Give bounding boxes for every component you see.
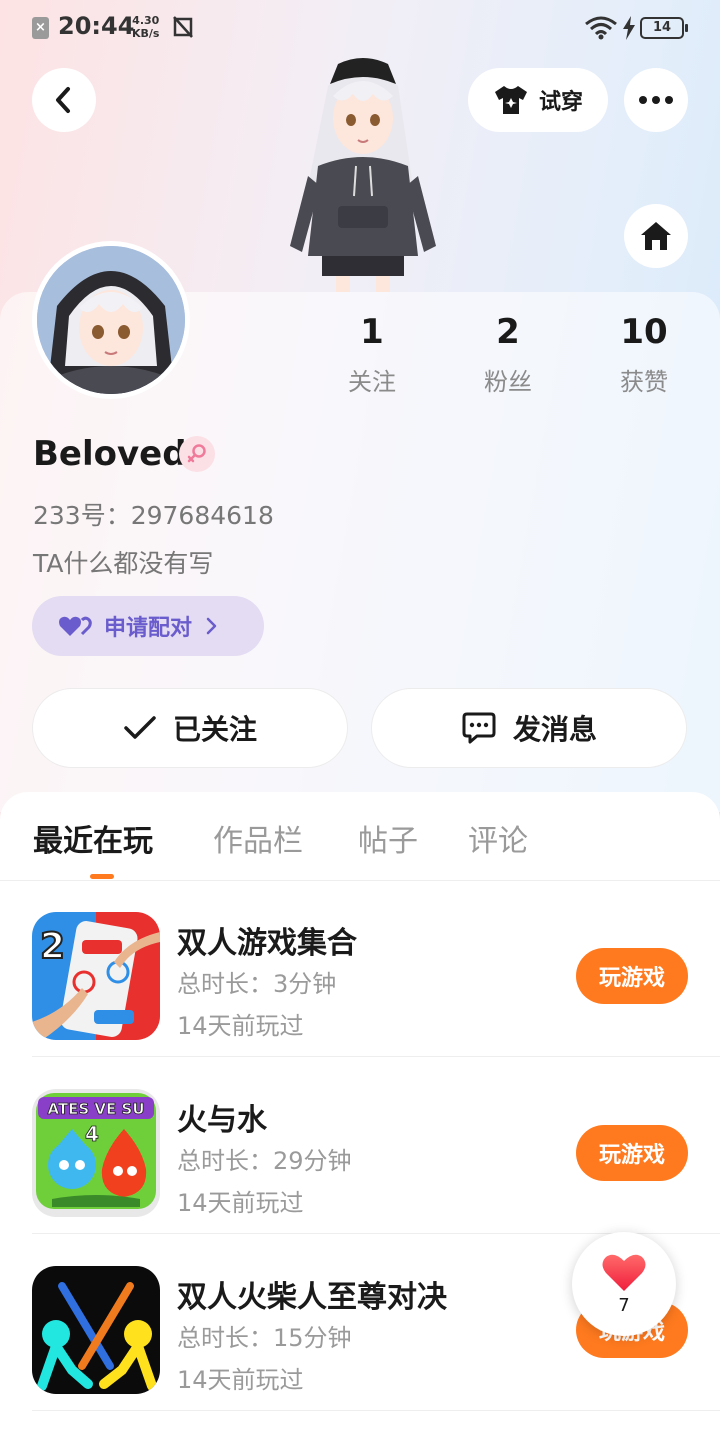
back-button[interactable]	[32, 68, 96, 132]
female-gender-icon	[179, 436, 215, 472]
more-dots-icon	[639, 96, 673, 104]
game-title: 双人火柴人至尊对决	[177, 1280, 447, 1315]
chevron-left-icon	[56, 87, 70, 113]
stat-following-value: 1	[360, 312, 384, 352]
stat-likes-label: 获赞	[620, 368, 668, 396]
tab-posts[interactable]: 帖子	[358, 816, 418, 860]
game-icon-number: 2	[40, 926, 65, 967]
tab-recently-played[interactable]: 最近在玩	[33, 816, 153, 860]
active-tab-indicator	[90, 874, 114, 879]
play-game-button[interactable]: 玩游戏	[576, 1125, 688, 1181]
home-icon	[641, 222, 671, 250]
tab-comments[interactable]: 评论	[468, 816, 528, 860]
following-button[interactable]: 已关注	[32, 688, 348, 768]
divider	[32, 1410, 720, 1411]
game-last-played: 14天前玩过	[177, 1012, 304, 1040]
play-game-button[interactable]: 玩游戏	[576, 948, 688, 1004]
more-button[interactable]	[624, 68, 688, 132]
stat-followers-value: 2	[496, 312, 520, 352]
game-title: 火与水	[177, 1103, 267, 1138]
wifi-icon	[585, 16, 617, 40]
screenshot-icon	[173, 16, 193, 38]
stat-following-label: 关注	[348, 368, 396, 396]
stat-likes[interactable]: 10 获赞	[584, 310, 704, 397]
try-on-label: 试穿	[538, 90, 583, 115]
request-pair-button[interactable]: 申请配对	[32, 596, 264, 656]
avatar-image	[37, 246, 185, 394]
stat-following[interactable]: 1 关注	[312, 310, 432, 397]
game-icon	[32, 1266, 160, 1394]
like-count: 7	[618, 1294, 630, 1316]
stat-followers-label: 粉丝	[484, 368, 532, 396]
try-on-button[interactable]: 试穿	[468, 68, 608, 132]
home-button[interactable]	[624, 204, 688, 268]
game-duration: 总时长：3分钟	[177, 970, 337, 998]
profile-name: Beloved	[33, 434, 187, 474]
send-message-label: 发消息	[512, 713, 597, 746]
status-time: 20:44	[58, 12, 135, 40]
stat-followers[interactable]: 2 粉丝	[448, 310, 568, 397]
hearts-icon	[59, 616, 92, 636]
stat-likes-value: 10	[620, 312, 668, 352]
avatar[interactable]	[32, 241, 190, 399]
chat-bubble-icon	[462, 712, 496, 744]
request-pair-label: 申请配对	[104, 616, 193, 641]
game-last-played: 14天前玩过	[177, 1189, 304, 1217]
game-icon: 2	[32, 912, 160, 1040]
list-item[interactable]: ATES VE SU 4 火与水 总时长：29分钟 14天前玩过 玩游戏	[0, 1057, 720, 1234]
profile-bio: TA什么都没有写	[33, 549, 214, 578]
tab-works[interactable]: 作品栏	[213, 816, 303, 860]
speed-unit: KB/s	[132, 27, 160, 40]
charging-icon	[623, 16, 635, 40]
game-title: 双人游戏集合	[177, 926, 357, 961]
profile-uid: 233号：297684618	[33, 501, 274, 530]
status-bar: × 20:44 4.30 KB/s 14	[0, 0, 720, 56]
notification-off-icon: ×	[32, 17, 49, 39]
chevron-right-icon	[206, 617, 217, 635]
game-duration: 总时长：29分钟	[177, 1147, 352, 1175]
following-label: 已关注	[172, 713, 257, 746]
game-icon-number: 4	[85, 1122, 99, 1146]
speed-value: 4.30	[132, 14, 160, 27]
game-last-played: 14天前玩过	[177, 1366, 304, 1394]
floating-like-button[interactable]: 7	[572, 1232, 676, 1336]
game-icon: ATES VE SU 4	[32, 1089, 160, 1217]
tshirt-icon	[494, 86, 527, 114]
battery-indicator: 14	[640, 17, 688, 39]
avatar-figure-image	[290, 58, 436, 292]
check-icon	[124, 716, 156, 739]
game-duration: 总时长：15分钟	[177, 1324, 352, 1352]
send-message-button[interactable]: 发消息	[371, 688, 687, 768]
network-speed: 4.30 KB/s	[132, 14, 159, 40]
game-icon-banner: ATES VE SU	[47, 1100, 144, 1118]
list-item[interactable]: 2 双人游戏集合 总时长：3分钟 14天前玩过 玩游戏	[0, 880, 720, 1057]
heart-icon	[602, 1254, 646, 1291]
